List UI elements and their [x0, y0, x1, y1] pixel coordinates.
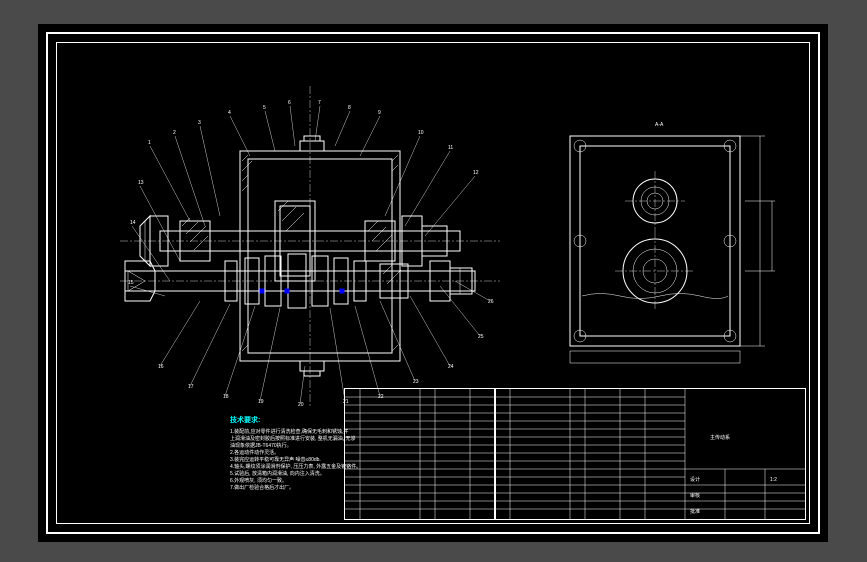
svg-text:批准: 批准: [690, 508, 700, 515]
svg-text:1: 1: [148, 140, 151, 146]
svg-text:9: 9: [378, 110, 381, 116]
svg-text:13: 13: [138, 180, 144, 186]
svg-text:18: 18: [223, 394, 229, 400]
svg-text:25: 25: [478, 334, 484, 340]
section-view[interactable]: 123 456 789 101112 131415 161718 192021 …: [120, 86, 500, 406]
svg-text:16: 16: [158, 364, 164, 370]
svg-text:3: 3: [198, 120, 201, 126]
section-svg: 123 456 789 101112 131415 161718 192021 …: [120, 86, 500, 406]
svg-text:19: 19: [258, 399, 264, 405]
svg-text:8: 8: [348, 105, 351, 111]
drawing-title: 主传动系: [710, 434, 730, 441]
svg-text:17: 17: [188, 384, 194, 390]
svg-text:12: 12: [473, 170, 479, 176]
svg-text:2: 2: [173, 130, 176, 136]
svg-text:24: 24: [448, 364, 454, 370]
svg-text:14: 14: [130, 220, 136, 226]
svg-text:20: 20: [298, 402, 304, 406]
svg-text:5: 5: [263, 105, 266, 111]
svg-text:设计: 设计: [690, 476, 700, 483]
view-label: A-A: [655, 122, 664, 128]
svg-text:10: 10: [418, 130, 424, 136]
drawing-sheet: 123 456 789 101112 131415 161718 192021 …: [38, 24, 828, 542]
svg-text:7: 7: [318, 100, 321, 106]
svg-text:1:2: 1:2: [770, 477, 777, 483]
parts-list[interactable]: [344, 388, 496, 520]
svg-text:审核: 审核: [690, 492, 700, 499]
svg-text:15: 15: [128, 280, 134, 286]
title-block[interactable]: 主传动系 设计 审核 批准 1:2: [494, 388, 806, 520]
top-view-svg: A-A: [540, 116, 790, 376]
svg-text:6: 6: [288, 100, 291, 106]
drawing-area: 123 456 789 101112 131415 161718 192021 …: [60, 46, 806, 520]
top-view[interactable]: A-A: [540, 116, 790, 376]
svg-text:4: 4: [228, 110, 231, 116]
svg-text:11: 11: [448, 145, 453, 151]
cad-viewport: 123 456 789 101112 131415 161718 192021 …: [0, 0, 867, 562]
svg-text:26: 26: [488, 299, 494, 305]
svg-text:23: 23: [413, 379, 419, 385]
